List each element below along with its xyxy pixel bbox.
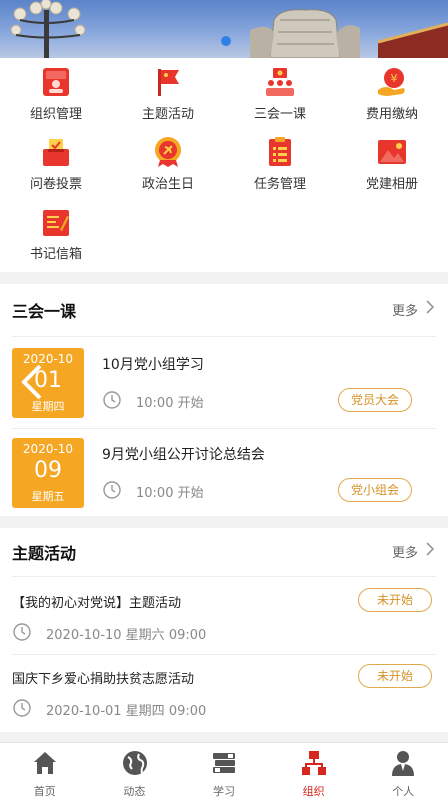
tab-label: 首页	[33, 785, 56, 798]
tab-label: 学习	[212, 785, 235, 798]
bottom-tab-bar: 首页 动态 学习 组织 个人	[0, 742, 448, 800]
date-day: 09	[34, 458, 62, 483]
vote-box-icon	[43, 139, 69, 166]
grid-item-label: 书记信箱	[29, 247, 82, 262]
date-badge: 2020-10 09 星期五	[12, 438, 84, 508]
stone-pillar-image	[250, 9, 360, 58]
section-title: 三会一课	[12, 302, 77, 321]
person-icon	[392, 751, 415, 776]
tab-label: 个人	[392, 785, 415, 798]
grid-item-label: 费用缴纳	[365, 107, 418, 122]
activity-title: 【我的初心对党说】主题活动	[12, 596, 182, 611]
flag-icon	[158, 69, 179, 96]
grid-item-fee-payment[interactable]: ¥ 费用缴纳	[336, 62, 448, 132]
divider	[12, 428, 436, 429]
grid-item-label: 任务管理	[253, 177, 306, 192]
lesson-time: 10:00 开始	[136, 396, 204, 411]
id-card-icon	[43, 68, 69, 96]
theme-activities-section: 主题活动 更多 【我的初心对党说】主题活动 2020-10-10 星期六 09:…	[0, 528, 448, 732]
activity-title: 国庆下乡爱心捐助扶贫志愿活动	[12, 672, 195, 687]
three-meetings-section: 三会一课 更多 2020-10 01 星期四 10月党小组学习 10:00 开始…	[0, 284, 448, 516]
clock-icon	[103, 481, 121, 499]
grid-item-label: 主题活动	[141, 107, 194, 122]
divider	[12, 336, 436, 337]
grid-item-three-meetings[interactable]: 三会一课	[224, 62, 336, 132]
tab-home[interactable]: 首页	[0, 743, 90, 800]
chevron-right-icon[interactable]	[424, 540, 436, 558]
divider	[12, 576, 436, 577]
grid-item-theme-activities[interactable]: 主题活动	[112, 62, 224, 132]
activity-status-tag: 未开始	[358, 664, 432, 688]
carousel-indicator[interactable]	[221, 36, 231, 46]
mailbox-icon	[43, 210, 69, 236]
lamp-post-image	[10, 0, 86, 58]
clock-icon	[13, 623, 31, 641]
clock-icon	[103, 391, 121, 409]
grid-item-political-birthday[interactable]: 政治生日	[112, 132, 224, 202]
globe-icon	[122, 751, 147, 775]
more-link[interactable]: 更多	[392, 300, 418, 319]
tab-study[interactable]: 学习	[179, 743, 269, 800]
books-icon	[213, 753, 236, 773]
chevron-left-icon[interactable]	[18, 362, 46, 402]
svg-text:¥: ¥	[391, 72, 398, 85]
grid-item-label: 组织管理	[29, 107, 82, 122]
grid-item-task-management[interactable]: 任务管理	[224, 132, 336, 202]
banner-carousel[interactable]	[0, 0, 448, 58]
divider	[12, 654, 436, 655]
grid-item-label: 三会一课	[253, 107, 306, 122]
tab-organization[interactable]: 组织	[269, 743, 359, 800]
date-weekday: 星期五	[31, 490, 65, 503]
grid-item-label: 党建相册	[365, 177, 418, 192]
grid-item-photo-album[interactable]: 党建相册	[336, 132, 448, 202]
tab-news[interactable]: 动态	[90, 743, 180, 800]
tab-label: 动态	[123, 785, 146, 798]
lesson-title: 9月党小组公开讨论总结会	[102, 447, 265, 463]
grid-item-secretary-mailbox[interactable]: 书记信箱	[0, 202, 112, 272]
lesson-time: 10:00 开始	[136, 486, 204, 501]
grid-item-org-management[interactable]: 组织管理	[0, 62, 112, 132]
tab-profile[interactable]: 个人	[358, 743, 448, 800]
activity-datetime: 2020-10-10 星期六 09:00	[46, 628, 207, 643]
home-icon	[34, 752, 56, 774]
roof-image	[378, 22, 448, 58]
grid-item-label: 问卷投票	[29, 177, 82, 192]
more-link[interactable]: 更多	[392, 542, 418, 561]
activity-datetime: 2020-10-01 星期四 09:00	[46, 704, 207, 719]
date-year-month: 2020-10	[22, 442, 74, 456]
task-list-icon	[269, 137, 291, 166]
payment-icon: ¥	[378, 68, 405, 96]
meeting-type-tag: 党小组会	[338, 478, 412, 502]
organization-icon	[301, 751, 326, 775]
chevron-right-icon[interactable]	[424, 298, 436, 316]
function-grid: 组织管理 主题活动 三会一课 ¥ 费用缴纳 问卷投票 政治生日 任务管理 党建相…	[0, 58, 448, 272]
party-badge-icon	[155, 137, 181, 167]
tab-label: 组织	[302, 785, 325, 798]
meeting-icon	[266, 68, 294, 96]
activity-status-tag: 未开始	[358, 588, 432, 612]
clock-icon	[13, 699, 31, 717]
section-title: 主题活动	[12, 544, 77, 563]
lesson-title: 10月党小组学习	[102, 357, 204, 373]
photo-album-icon	[378, 140, 406, 164]
grid-item-survey-vote[interactable]: 问卷投票	[0, 132, 112, 202]
grid-item-label: 政治生日	[141, 177, 194, 192]
meeting-type-tag: 党员大会	[338, 388, 412, 412]
